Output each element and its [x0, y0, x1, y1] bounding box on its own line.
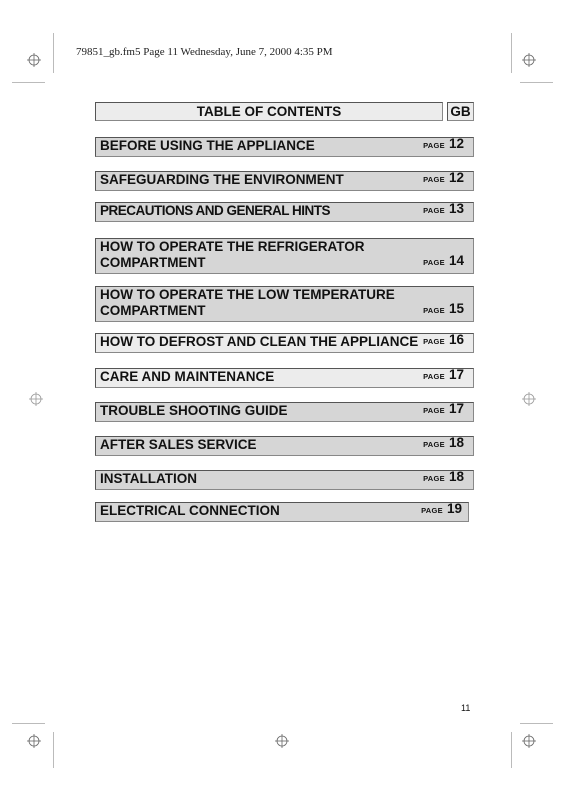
toc-entry-label: INSTALLATION: [100, 471, 197, 486]
toc-entry[interactable]: INSTALLATION PAGE 18: [95, 469, 474, 490]
language-badge: GB: [447, 102, 474, 121]
toc-entry-label: HOW TO OPERATE THE REFRIGERATOR COMPARTM…: [100, 239, 365, 270]
language-code: GB: [450, 104, 471, 119]
registration-mark-icon: [29, 392, 43, 406]
toc-entry-page: PAGE 19: [421, 501, 462, 516]
toc-entry-page: PAGE 17: [423, 367, 464, 382]
crop-mark: [520, 82, 553, 83]
file-info-header: 79851_gb.fm5 Page 11 Wednesday, June 7, …: [76, 46, 333, 58]
toc-entry-label: AFTER SALES SERVICE: [100, 437, 257, 452]
registration-mark-icon: [522, 53, 536, 67]
toc-entry[interactable]: HOW TO DEFROST AND CLEAN THE APPLIANCE P…: [95, 332, 474, 353]
toc-entry[interactable]: BEFORE USING THE APPLIANCE PAGE 12: [95, 136, 474, 157]
toc-entry[interactable]: AFTER SALES SERVICE PAGE 18: [95, 435, 474, 456]
toc-entry[interactable]: ELECTRICAL CONNECTION PAGE 19: [95, 501, 469, 522]
crop-mark: [511, 732, 512, 768]
toc-entry[interactable]: TROUBLE SHOOTING GUIDE PAGE 17: [95, 401, 474, 422]
toc-entry-label: BEFORE USING THE APPLIANCE: [100, 138, 315, 153]
toc-entry-label: TROUBLE SHOOTING GUIDE: [100, 403, 288, 418]
toc-entry-label: HOW TO OPERATE THE LOW TEMPERATURE COMPA…: [100, 287, 395, 318]
toc-entry-page: PAGE 15: [423, 301, 464, 316]
registration-mark-icon: [522, 392, 536, 406]
registration-mark-icon: [275, 734, 289, 748]
toc-entry[interactable]: PRECAUTIONS AND GENERAL HINTS PAGE 13: [95, 201, 474, 222]
toc-entry-page: PAGE 12: [423, 170, 464, 185]
toc-entry-page: PAGE 13: [423, 201, 464, 216]
page-number: 11: [461, 703, 471, 713]
toc-title-text: TABLE OF CONTENTS: [196, 104, 342, 119]
toc-entry-label: PRECAUTIONS AND GENERAL HINTS: [100, 203, 331, 218]
toc-entry-label: CARE AND MAINTENANCE: [100, 369, 275, 384]
toc-title: TABLE OF CONTENTS: [95, 102, 443, 121]
toc-entry[interactable]: SAFEGUARDING THE ENVIRONMENT PAGE 12: [95, 170, 474, 191]
crop-mark: [511, 33, 512, 73]
toc-entry-label: ELECTRICAL CONNECTION: [100, 503, 280, 518]
registration-mark-icon: [27, 734, 41, 748]
toc-entry-page: PAGE 12: [423, 136, 464, 151]
toc-entry-label: SAFEGUARDING THE ENVIRONMENT: [100, 172, 344, 187]
crop-mark: [520, 723, 553, 724]
toc-entry-page: PAGE 17: [423, 401, 464, 416]
crop-mark: [12, 723, 45, 724]
toc-entry-page: PAGE 14: [423, 253, 464, 268]
crop-mark: [53, 732, 54, 768]
toc-entry-page: PAGE 16: [423, 332, 464, 347]
toc-entry[interactable]: HOW TO OPERATE THE REFRIGERATOR COMPARTM…: [95, 238, 474, 274]
toc-entry[interactable]: HOW TO OPERATE THE LOW TEMPERATURE COMPA…: [95, 286, 474, 322]
crop-mark: [53, 33, 54, 73]
toc-entry-page: PAGE 18: [423, 435, 464, 450]
crop-mark: [12, 82, 45, 83]
registration-mark-icon: [27, 53, 41, 67]
toc-entry-label: HOW TO DEFROST AND CLEAN THE APPLIANCE: [100, 334, 419, 349]
toc-entry-page: PAGE 18: [423, 469, 464, 484]
registration-mark-icon: [522, 734, 536, 748]
toc-entry[interactable]: CARE AND MAINTENANCE PAGE 17: [95, 367, 474, 388]
